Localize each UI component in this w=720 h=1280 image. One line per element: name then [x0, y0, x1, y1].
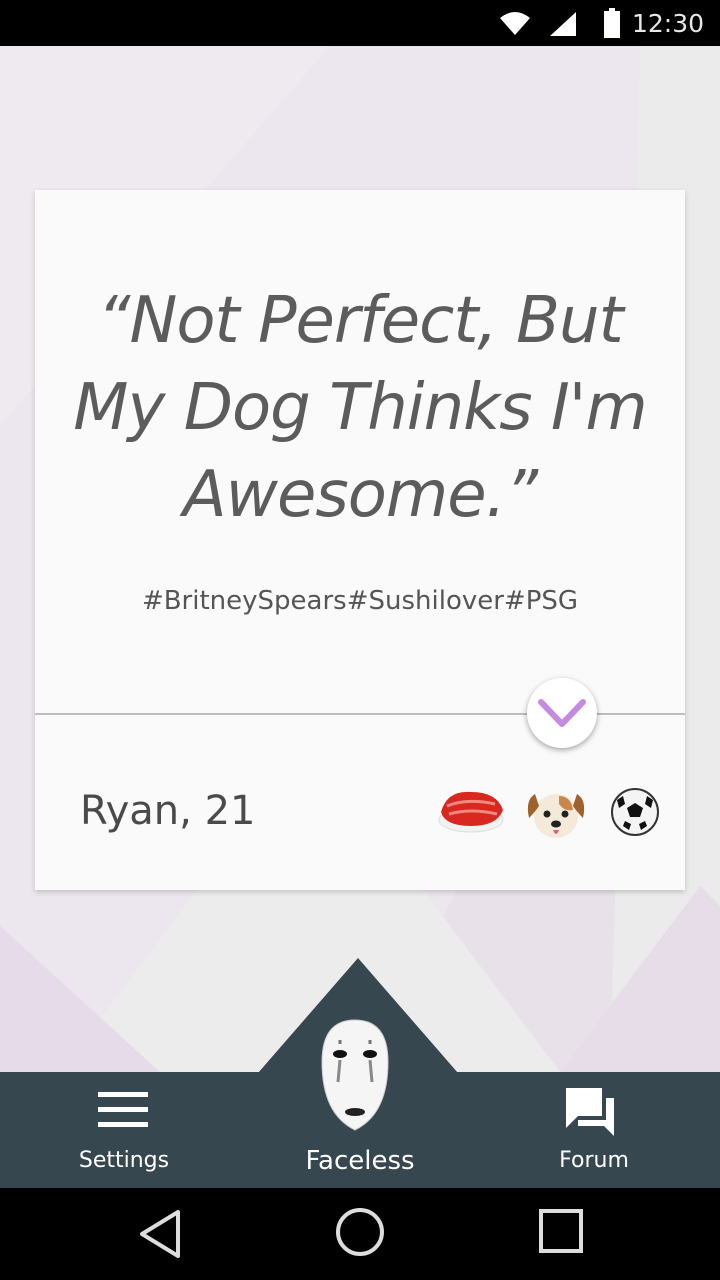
sushi-icon [438, 791, 504, 833]
home-icon[interactable] [334, 1206, 386, 1258]
settings-tab[interactable]: Settings [60, 1072, 190, 1188]
signal-icon [550, 12, 576, 36]
wifi-icon [500, 12, 530, 35]
recent-apps-icon[interactable] [538, 1208, 586, 1256]
settings-label: Settings [78, 1148, 170, 1173]
soccer-ball-icon [611, 788, 659, 836]
hamburger-menu-icon [98, 1092, 148, 1127]
hashtags: #BritneySpears#Sushilover#PSG [141, 586, 579, 616]
quote-line-3: Awesome.” [182, 458, 538, 532]
chevron-down-icon [538, 699, 586, 727]
quote-line-1: “Not Perfect, But [97, 284, 623, 358]
expand-button[interactable] [527, 678, 597, 748]
dog-icon [527, 794, 585, 838]
forum-label: Forum [559, 1148, 629, 1173]
faceless-mask-icon [321, 1019, 389, 1131]
faceless-label[interactable]: Faceless [270, 1146, 450, 1176]
back-icon[interactable] [136, 1208, 184, 1260]
status-time: 12:30 [631, 9, 704, 38]
system-navigation-bar [0, 1188, 720, 1280]
quote-text: “Not Perfect, But My Dog Thinks I'm Awes… [55, 278, 665, 539]
profile-name-age: Ryan, 21 [80, 788, 256, 834]
forum-icon [566, 1088, 614, 1136]
quote-line-2: My Dog Thinks I'm [73, 371, 647, 445]
battery-icon [604, 8, 620, 38]
status-bar: 12:30 [0, 0, 720, 46]
profile-card[interactable]: “Not Perfect, But My Dog Thinks I'm Awes… [35, 190, 685, 890]
forum-tab[interactable]: Forum [530, 1072, 660, 1188]
